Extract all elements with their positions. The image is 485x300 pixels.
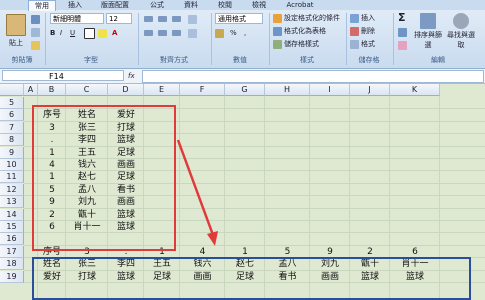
- transposed-range-highlight: [32, 257, 471, 300]
- arrow-head-icon: [207, 231, 218, 246]
- arrow-icon: [176, 139, 215, 236]
- arrow-overlay: [176, 139, 218, 246]
